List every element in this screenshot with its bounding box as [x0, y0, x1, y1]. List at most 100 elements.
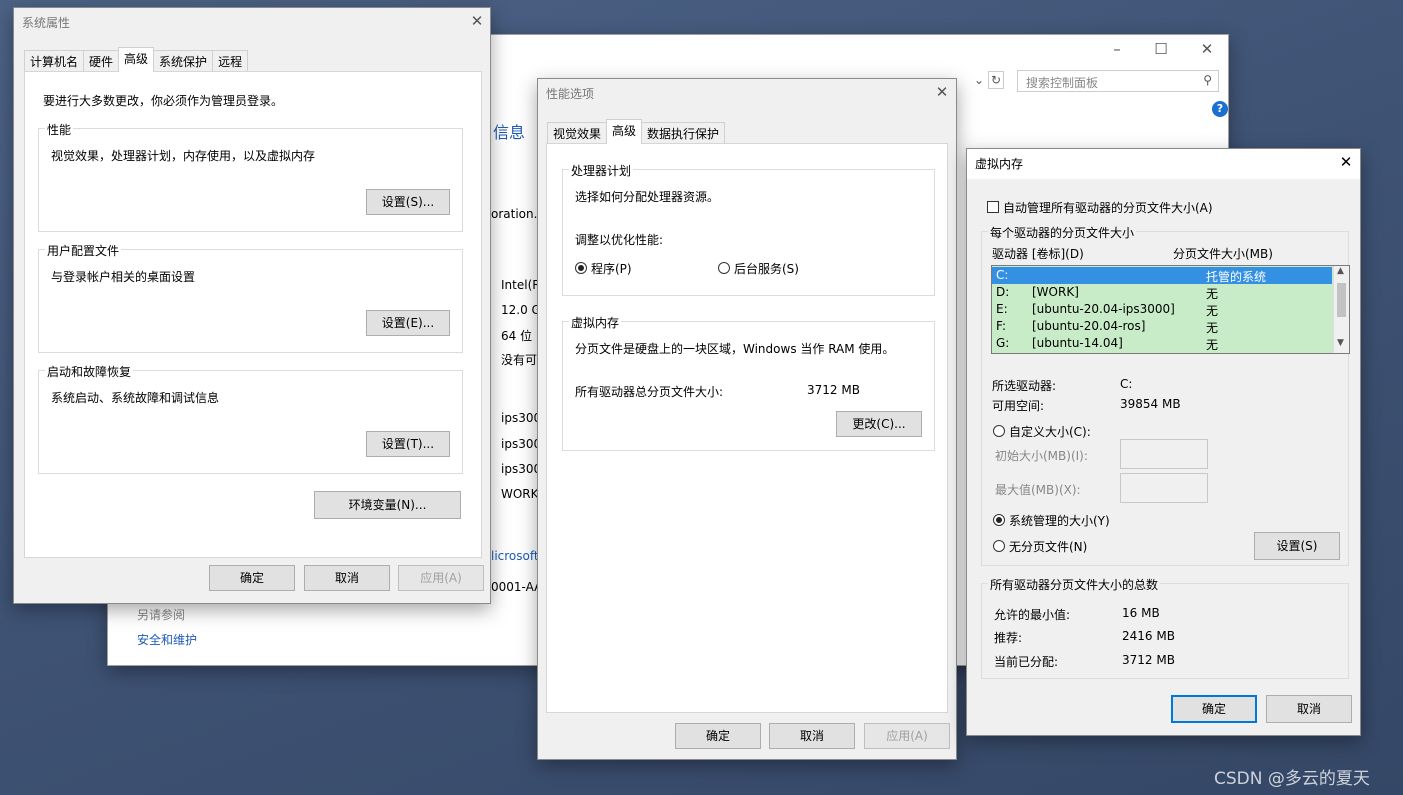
- processor-scheduling-group: 处理器计划 选择如何分配处理器资源。 调整以优化性能: 程序(P) 后台服务(S…: [562, 162, 935, 296]
- column-drive-header: 驱动器 [卷标](D): [992, 247, 1084, 261]
- tab-visual-effects[interactable]: 视觉效果: [547, 122, 608, 143]
- system-managed-label[interactable]: 系统管理的大小(Y): [1009, 512, 1110, 529]
- startup-recovery-desc: 系统启动、系统故障和调试信息: [51, 391, 220, 405]
- custom-size-radio[interactable]: [993, 425, 1005, 437]
- full-name-text: ips300: [501, 437, 542, 451]
- auto-manage-label[interactable]: 自动管理所有驱动器的分页文件大小(A): [1003, 199, 1213, 216]
- dropdown-chevron-icon[interactable]: ⌄: [974, 73, 984, 87]
- selected-drive-label: 所选驱动器:: [992, 379, 1057, 393]
- system-managed-radio[interactable]: [993, 514, 1005, 526]
- no-paging-label[interactable]: 无分页文件(N): [1009, 538, 1087, 555]
- tab-advanced[interactable]: 高级: [118, 47, 155, 72]
- user-profiles-settings-button[interactable]: 设置(E)...: [366, 310, 450, 336]
- user-profiles-group: 用户配置文件 与登录帐户相关的桌面设置 设置(E)...: [38, 242, 463, 353]
- max-size-input[interactable]: [1120, 473, 1208, 503]
- search-input[interactable]: 搜索控制面板 ⚲: [1017, 70, 1219, 92]
- programs-radio[interactable]: [575, 262, 587, 274]
- cancel-button[interactable]: 取消: [304, 565, 390, 591]
- ok-button[interactable]: 确定: [675, 723, 761, 749]
- total-paging-value: 3712 MB: [807, 383, 860, 397]
- tab-dep[interactable]: 数据执行保护: [641, 122, 726, 143]
- scroll-up-icon[interactable]: ▲: [1337, 266, 1344, 276]
- no-paging-radio[interactable]: [993, 540, 1005, 552]
- startup-recovery-settings-button[interactable]: 设置(T)...: [366, 431, 450, 457]
- adjust-label: 调整以优化性能:: [575, 233, 664, 247]
- list-scrollbar[interactable]: ▲ ▼: [1333, 266, 1349, 353]
- totals-group: 所有驱动器分页文件大小的总数 允许的最小值: 16 MB 推荐: 2416 MB…: [981, 576, 1349, 679]
- microsoft-link[interactable]: licrosoft: [491, 549, 539, 563]
- total-paging-label: 所有驱动器总分页文件大小:: [575, 385, 724, 399]
- close-icon[interactable]: ✕: [1198, 40, 1216, 58]
- performance-desc: 视觉效果，处理器计划，内存使用，以及虚拟内存: [51, 149, 316, 163]
- performance-options-dialog: 性能选项 ✕ 视觉效果 高级 数据执行保护 处理器计划 选择如何分配处理器资源。…: [537, 78, 957, 760]
- ram-text: 12.0 G: [501, 303, 541, 317]
- maximize-icon[interactable]: ☐: [1152, 40, 1170, 58]
- tab-system-protection[interactable]: 系统保护: [153, 50, 214, 71]
- window-title: 虚拟内存: [975, 157, 1024, 171]
- min-allowed-label: 允许的最小值:: [994, 608, 1071, 622]
- free-space-value: 39854 MB: [1120, 397, 1181, 411]
- ok-button[interactable]: 确定: [1171, 695, 1257, 723]
- drive-row-e[interactable]: E: [ubuntu-20.04-ips3000] 无: [992, 301, 1332, 318]
- recommended-value: 2416 MB: [1122, 629, 1175, 643]
- scroll-down-icon[interactable]: ▼: [1337, 338, 1344, 348]
- tab-computer-name[interactable]: 计算机名: [24, 50, 85, 71]
- performance-group: 性能 视觉效果，处理器计划，内存使用，以及虚拟内存 设置(S)...: [38, 121, 463, 232]
- virtual-memory-desc: 分页文件是硬盘上的一块区域，Windows 当作 RAM 使用。: [575, 342, 895, 356]
- window-title: 系统属性: [22, 16, 71, 30]
- tab-remote[interactable]: 远程: [212, 50, 249, 71]
- programs-label[interactable]: 程序(P): [591, 260, 632, 277]
- performance-label: 性能: [45, 121, 74, 138]
- system-type-text: 64 位: [501, 329, 533, 343]
- recommended-label: 推荐:: [994, 631, 1023, 645]
- close-icon[interactable]: ✕: [1337, 153, 1355, 171]
- close-icon[interactable]: ✕: [933, 83, 951, 101]
- pen-touch-text: 没有可: [501, 353, 538, 367]
- background-services-radio[interactable]: [718, 262, 730, 274]
- cancel-button[interactable]: 取消: [1266, 695, 1352, 723]
- drive-row-d[interactable]: D: [WORK] 无: [992, 284, 1332, 301]
- cancel-button[interactable]: 取消: [769, 723, 855, 749]
- current-allocated-value: 3712 MB: [1122, 653, 1175, 667]
- totals-label: 所有驱动器分页文件大小的总数: [988, 576, 1161, 593]
- change-button[interactable]: 更改(C)...: [836, 411, 922, 437]
- startup-recovery-label: 启动和故障恢复: [45, 363, 134, 380]
- background-services-label[interactable]: 后台服务(S): [734, 260, 799, 277]
- paging-file-label: 每个驱动器的分页文件大小: [988, 224, 1137, 241]
- drive-row-c[interactable]: C: 托管的系统: [992, 267, 1332, 284]
- tab-hardware[interactable]: 硬件: [83, 50, 120, 71]
- selected-drive-value: C:: [1120, 377, 1133, 391]
- environment-variables-button[interactable]: 环境变量(N)...: [314, 491, 461, 519]
- workgroup-text: WORK: [501, 487, 539, 501]
- advanced-tab-page: 处理器计划 选择如何分配处理器资源。 调整以优化性能: 程序(P) 后台服务(S…: [546, 143, 948, 713]
- drive-list[interactable]: C: 托管的系统 D: [WORK] 无 E: [ubuntu-20.04-ip…: [991, 265, 1350, 354]
- virtual-memory-group: 虚拟内存 分页文件是硬盘上的一块区域，Windows 当作 RAM 使用。 所有…: [562, 314, 935, 451]
- current-allocated-label: 当前已分配:: [994, 655, 1059, 669]
- set-button[interactable]: 设置(S): [1254, 532, 1340, 560]
- minimize-icon[interactable]: –: [1108, 40, 1126, 58]
- ok-button[interactable]: 确定: [209, 565, 295, 591]
- virtual-memory-label: 虚拟内存: [569, 314, 622, 331]
- help-icon[interactable]: ?: [1212, 101, 1228, 117]
- initial-size-label: 初始大小(MB)(I):: [995, 449, 1088, 463]
- free-space-label: 可用空间:: [992, 399, 1045, 413]
- custom-size-label[interactable]: 自定义大小(C):: [1009, 423, 1091, 440]
- tab-advanced[interactable]: 高级: [606, 119, 643, 144]
- security-maintenance-link[interactable]: 安全和维护: [137, 631, 197, 648]
- performance-settings-button[interactable]: 设置(S)...: [366, 189, 450, 215]
- apply-button[interactable]: 应用(A): [864, 723, 950, 749]
- cpu-text: Intel(R: [501, 278, 541, 292]
- close-icon[interactable]: ✕: [468, 12, 486, 30]
- refresh-icon[interactable]: ↻: [988, 71, 1004, 89]
- min-allowed-value: 16 MB: [1122, 606, 1160, 620]
- processor-scheduling-desc: 选择如何分配处理器资源。: [575, 190, 720, 204]
- auto-manage-checkbox[interactable]: [987, 201, 999, 213]
- apply-button[interactable]: 应用(A): [398, 565, 484, 591]
- drive-row-g[interactable]: G: [ubuntu-14.04] 无: [992, 335, 1332, 352]
- user-profiles-label: 用户配置文件: [45, 242, 122, 259]
- scroll-thumb[interactable]: [1337, 283, 1346, 317]
- window-title: 性能选项: [546, 87, 595, 101]
- initial-size-input[interactable]: [1120, 439, 1208, 469]
- drive-row-f[interactable]: F: [ubuntu-20.04-ros] 无: [992, 318, 1332, 335]
- max-size-label: 最大值(MB)(X):: [995, 483, 1081, 497]
